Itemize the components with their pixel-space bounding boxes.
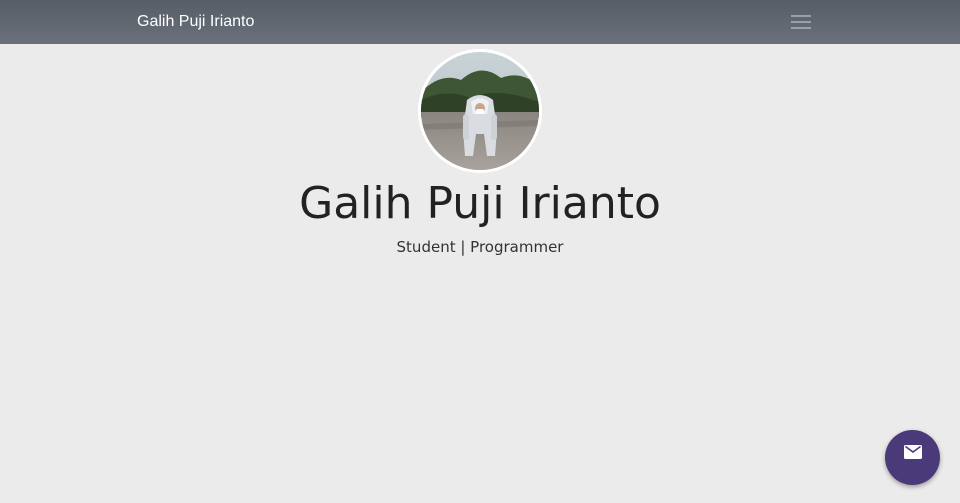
navbar-toggle-button[interactable] — [786, 9, 816, 35]
avatar — [418, 49, 542, 173]
hamburger-menu-icon — [791, 15, 811, 29]
profile-name: Galih Puji Irianto — [299, 178, 661, 229]
profile-photo — [421, 52, 539, 170]
mail-icon — [904, 445, 922, 459]
profile-tagline: Student | Programmer — [396, 238, 564, 256]
navbar-brand[interactable]: Galih Puji Irianto — [137, 12, 254, 32]
navbar: Galih Puji Irianto — [0, 0, 960, 44]
contact-fab-button[interactable] — [885, 430, 940, 485]
